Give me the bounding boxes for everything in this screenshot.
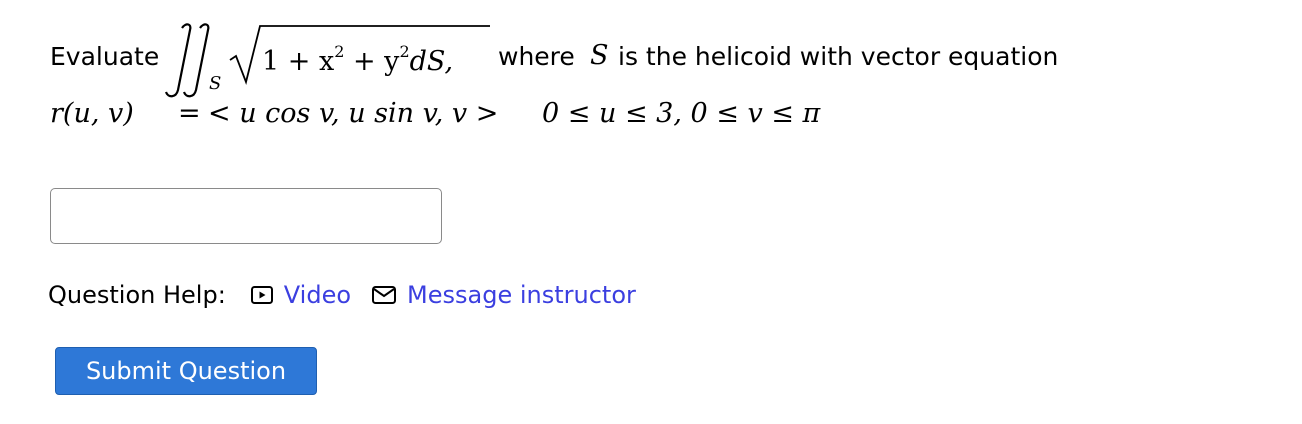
question-line-1: Evaluate S 1 + x2 + y2dS, where S is the… <box>50 18 1250 98</box>
video-link-label: Video <box>283 281 352 309</box>
integrand-plus-y: + y <box>344 46 400 77</box>
y-exponent: 2 <box>399 42 410 61</box>
video-play-icon <box>250 286 273 304</box>
integrand-body: 1 + x <box>262 46 335 77</box>
parameter-bounds: 0 ≤ u ≤ 3, 0 ≤ v ≤ π <box>542 98 821 129</box>
question-line-2: r(u, v) = < u cos v, u sin v, v > 0 ≤ u … <box>50 98 1250 138</box>
video-link[interactable]: Video <box>250 281 351 309</box>
envelope-icon <box>372 286 397 304</box>
evaluate-word: Evaluate <box>50 42 160 71</box>
answer-input[interactable] <box>50 188 442 244</box>
s-variable: S <box>590 40 609 71</box>
vector-function-lhs: r(u, v) <box>50 98 134 129</box>
message-instructor-link[interactable]: Message instructor <box>371 281 636 309</box>
x-exponent: 2 <box>334 42 345 61</box>
question-help-label: Question Help: <box>48 281 226 309</box>
question-help: Question Help: Video Message instructor <box>48 278 656 312</box>
helicoid-description: is the helicoid with vector equation <box>618 42 1059 71</box>
question-text: Evaluate S 1 + x2 + y2dS, where S is the… <box>50 18 1250 138</box>
double-integral-symbol <box>164 23 210 98</box>
where-word: where <box>498 42 575 71</box>
message-instructor-label: Message instructor <box>407 281 636 309</box>
integrand: 1 + x2 + y2dS, <box>262 42 454 77</box>
ds-term: dS, <box>409 46 454 77</box>
equals-sign: = <box>178 98 201 129</box>
submit-question-button[interactable]: Submit Question <box>55 347 317 395</box>
vector-expression: < u cos v, u sin v, v > <box>208 98 499 129</box>
integral-subscript: S <box>209 73 222 94</box>
